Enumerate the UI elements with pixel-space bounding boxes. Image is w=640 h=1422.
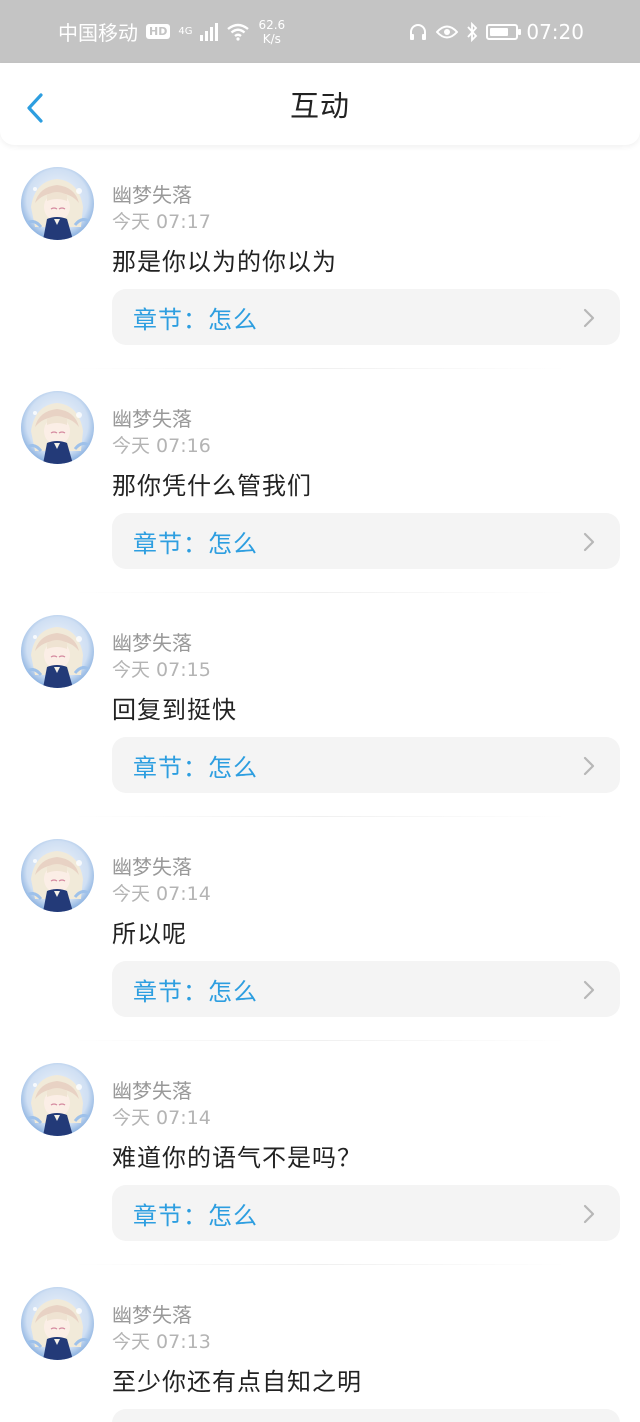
avatar[interactable] xyxy=(21,1287,94,1360)
hd-badge: HD xyxy=(146,24,171,39)
chevron-right-icon xyxy=(583,1204,595,1224)
comment-text: 所以呢 xyxy=(112,920,187,948)
chapter-link[interactable]: 章节：怎么 xyxy=(112,1185,620,1241)
carrier-name: 中国移动 xyxy=(58,21,138,45)
comment-item: 幽梦失落 今天 07:15 回复到挺快 章节：怎么 xyxy=(0,593,640,817)
headphones-icon xyxy=(408,22,428,42)
chapter-link[interactable]: 章节：怎么 xyxy=(112,737,620,793)
comment-text: 难道你的语气不是吗？ xyxy=(112,1144,362,1172)
clock: 07:20 xyxy=(526,19,584,44)
avatar-image xyxy=(21,615,94,688)
comment-time: 今天 07:16 xyxy=(112,435,211,457)
comment-item: 幽梦失落 今天 07:14 所以呢 章节：怎么 xyxy=(0,817,640,1041)
wifi-icon xyxy=(226,23,250,41)
comment-time: 今天 07:17 xyxy=(112,211,211,233)
user-name[interactable]: 幽梦失落 xyxy=(112,179,192,208)
comment-text: 那你凭什么管我们 xyxy=(112,472,312,500)
chevron-right-icon xyxy=(583,756,595,776)
user-name[interactable]: 幽梦失落 xyxy=(112,403,192,432)
chapter-link[interactable]: 章节：怎么 xyxy=(112,1409,620,1422)
avatar-image xyxy=(21,391,94,464)
comment-time: 今天 07:13 xyxy=(112,1331,211,1353)
battery-icon xyxy=(486,23,522,40)
chevron-left-icon xyxy=(27,93,43,123)
network-type: 4G xyxy=(178,26,193,37)
avatar-image xyxy=(21,167,94,240)
app-header: 互动 xyxy=(0,63,640,145)
chapter-link[interactable]: 章节：怎么 xyxy=(112,513,620,569)
network-speed: 62.6 K/s xyxy=(258,18,285,46)
status-left: 中国移动 HD 4G 62.6 K/s xyxy=(58,17,285,46)
chapter-label: 章节：怎么 xyxy=(133,1201,258,1230)
comment-text: 回复到挺快 xyxy=(112,696,237,724)
comment-item: 幽梦失落 今天 07:16 那你凭什么管我们 章节：怎么 xyxy=(0,369,640,593)
chapter-label: 章节：怎么 xyxy=(133,529,258,558)
back-button[interactable] xyxy=(20,91,50,125)
status-bar: 中国移动 HD 4G 62.6 K/s 07:20 xyxy=(0,0,640,63)
comment-time: 今天 07:14 xyxy=(112,883,211,905)
comment-list: 幽梦失落 今天 07:17 那是你以为的你以为 章节：怎么 幽梦失落 今天 07… xyxy=(0,145,640,1422)
page-title: 互动 xyxy=(289,89,350,123)
speed-value: 62.6 xyxy=(258,17,286,32)
avatar-image xyxy=(21,839,94,912)
chevron-right-icon xyxy=(583,980,595,1000)
comment-item: 幽梦失落 今天 07:13 至少你还有点自知之明 章节：怎么 xyxy=(0,1265,640,1422)
avatar[interactable] xyxy=(21,839,94,912)
chapter-link[interactable]: 章节：怎么 xyxy=(112,961,620,1017)
chapter-link[interactable]: 章节：怎么 xyxy=(112,289,620,345)
avatar[interactable] xyxy=(21,391,94,464)
speed-unit: K/s xyxy=(262,31,281,46)
avatar-image xyxy=(21,1063,94,1136)
chapter-label: 章节：怎么 xyxy=(133,305,258,334)
bluetooth-icon xyxy=(466,21,478,42)
avatar[interactable] xyxy=(21,167,94,240)
signal-icon xyxy=(200,22,219,41)
chapter-label: 章节：怎么 xyxy=(133,753,258,782)
chevron-right-icon xyxy=(583,532,595,552)
avatar-image xyxy=(21,1287,94,1360)
chapter-label: 章节：怎么 xyxy=(133,977,258,1006)
avatar[interactable] xyxy=(21,615,94,688)
comment-item: 幽梦失落 今天 07:14 难道你的语气不是吗？ 章节：怎么 xyxy=(0,1041,640,1265)
user-name[interactable]: 幽梦失落 xyxy=(112,627,192,656)
comment-item: 幽梦失落 今天 07:17 那是你以为的你以为 章节：怎么 xyxy=(0,145,640,369)
status-right: 07:20 xyxy=(408,20,584,44)
eye-icon xyxy=(436,24,459,40)
comment-text: 至少你还有点自知之明 xyxy=(112,1368,362,1396)
user-name[interactable]: 幽梦失落 xyxy=(112,1299,192,1328)
comment-text: 那是你以为的你以为 xyxy=(112,248,337,276)
battery-level xyxy=(490,27,509,36)
user-name[interactable]: 幽梦失落 xyxy=(112,851,192,880)
chevron-right-icon xyxy=(583,308,595,328)
avatar[interactable] xyxy=(21,1063,94,1136)
comment-time: 今天 07:14 xyxy=(112,1107,211,1129)
comment-time: 今天 07:15 xyxy=(112,659,211,681)
user-name[interactable]: 幽梦失落 xyxy=(112,1075,192,1104)
